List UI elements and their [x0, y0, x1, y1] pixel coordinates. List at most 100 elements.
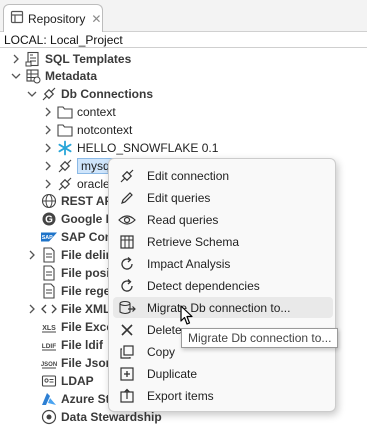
menu-item-migrate-db-connection[interactable]: Migrate Db connection to...: [113, 297, 333, 318]
tree-item-file-delimited[interactable]: File delim: [26, 246, 116, 264]
menu-item-label: Export items: [147, 388, 214, 403]
tree-item-azure[interactable]: Azure St: [26, 390, 110, 408]
tree-label: context: [77, 105, 116, 119]
menu-item-duplicate[interactable]: Duplicate: [113, 363, 333, 384]
menu-item-export-items[interactable]: Export items: [113, 385, 333, 406]
menu-item-retrieve-schema[interactable]: Retrieve Schema: [113, 231, 333, 252]
eye-icon: [118, 211, 136, 229]
snowflake-icon: [57, 140, 73, 156]
file-icon: [41, 283, 57, 299]
tab-repository[interactable]: Repository ✕: [3, 4, 103, 32]
copy-icon: [118, 343, 136, 361]
chevron-right-icon[interactable]: [42, 178, 54, 190]
folder-icon: [57, 104, 73, 120]
tree-item-sql-templates[interactable]: SQL Templates: [10, 50, 131, 68]
ldap-icon: [41, 373, 57, 389]
menu-item-read-queries[interactable]: Read queries: [113, 209, 333, 230]
xls-file-icon: XLS: [41, 319, 57, 335]
tree-label: SQL Templates: [45, 52, 132, 66]
svg-text:JSON: JSON: [41, 362, 57, 368]
menu-item-label: Detect dependencies: [147, 278, 260, 293]
tree-label: Google E: [61, 212, 114, 226]
tree-item-metadata[interactable]: Metadata: [10, 67, 97, 85]
tooltip: Migrate Db connection to...: [181, 328, 339, 348]
tree-label: Data Stewardship: [61, 410, 162, 424]
menu-item-label: Impact Analysis: [147, 256, 231, 271]
chevron-right-icon[interactable]: [42, 106, 54, 118]
chevron-right-icon[interactable]: [10, 53, 22, 65]
file-icon: [41, 265, 57, 281]
tree-label: Metadata: [45, 69, 98, 83]
chevron-right-icon[interactable]: [42, 142, 54, 154]
tab-label: Repository: [28, 11, 86, 26]
view-tab-bar: Repository ✕: [0, 0, 367, 32]
tree-item-mysql[interactable]: mysql: [42, 157, 117, 175]
tree-label: File XML: [61, 302, 111, 316]
database-arrow-icon: [118, 299, 136, 317]
tree-item-file-json[interactable]: JSON File Json: [26, 354, 113, 372]
x-icon: [118, 321, 136, 339]
tree-item-ldap[interactable]: LDAP: [26, 372, 94, 390]
tree-item-sap[interactable]: SAP SAP Conn: [26, 228, 119, 246]
plug-icon: [118, 167, 136, 185]
globe-icon: [41, 193, 57, 209]
svg-text:XLS: XLS: [42, 325, 56, 332]
project-label: LOCAL: Local_Project: [4, 33, 123, 47]
menu-item-label: Duplicate: [147, 366, 198, 381]
chevron-down-icon[interactable]: [10, 70, 22, 82]
tree-label: File Json: [61, 356, 114, 370]
menu-item-impact-analysis[interactable]: Impact Analysis: [113, 253, 333, 274]
sap-icon: SAP: [41, 229, 57, 245]
tree-label: File posit: [61, 266, 114, 280]
tree-item-rest-api[interactable]: REST API: [26, 192, 116, 210]
tree-item-google[interactable]: G Google E: [26, 210, 114, 228]
chevron-right-icon[interactable]: [26, 249, 38, 261]
chevron-down-icon[interactable]: [26, 88, 38, 100]
chevron-right-icon[interactable]: [26, 303, 38, 315]
sql-template-icon: [25, 51, 41, 67]
menu-item-label: Migrate Db connection to...: [147, 300, 291, 315]
svg-text:LDIF: LDIF: [42, 343, 56, 350]
export-icon: [118, 387, 136, 405]
google-icon: G: [41, 211, 57, 227]
menu-item-edit-connection[interactable]: Edit connection: [113, 165, 333, 186]
tree-label: oracle: [77, 177, 110, 191]
divider: [0, 47, 367, 48]
chevron-right-icon[interactable]: [42, 160, 54, 172]
tree-item-context[interactable]: context: [42, 103, 116, 121]
refresh-icon: [118, 255, 136, 273]
chevron-right-icon[interactable]: [42, 124, 54, 136]
tree-item-file-xml[interactable]: File XML: [26, 300, 110, 318]
plug-icon: [41, 86, 57, 102]
tree-label: File ldif: [61, 338, 103, 352]
tree-item-file-excel[interactable]: XLS File Exce: [26, 318, 113, 336]
tree-item-db-connections[interactable]: Db Connections: [26, 85, 153, 103]
plug-icon: [57, 158, 73, 174]
file-icon: [41, 247, 57, 263]
close-icon[interactable]: ✕: [91, 12, 101, 26]
menu-item-label: Edit queries: [147, 190, 211, 205]
context-menu: Edit connection Edit queries Read querie…: [108, 158, 336, 412]
tree-item-notcontext[interactable]: notcontext: [42, 121, 132, 139]
tree-item-file-positional[interactable]: File posit: [26, 264, 114, 282]
tree-label: LDAP: [61, 374, 94, 388]
plug-icon: [57, 176, 73, 192]
menu-item-detect-dependencies[interactable]: Detect dependencies: [113, 275, 333, 296]
tree-item-file-ldif[interactable]: LDIF File ldif: [26, 336, 103, 354]
stewardship-icon: [41, 409, 57, 425]
folder-icon: [57, 122, 73, 138]
repository-icon: [10, 10, 24, 27]
menu-item-edit-queries[interactable]: Edit queries: [113, 187, 333, 208]
svg-text:SAP: SAP: [42, 235, 53, 241]
tree-item-oracle[interactable]: oracle: [42, 175, 110, 193]
svg-text:G: G: [45, 215, 53, 226]
tree-item-file-regex[interactable]: File rege: [26, 282, 110, 300]
tree-item-hello-snowflake[interactable]: HELLO_SNOWFLAKE 0.1: [42, 139, 218, 157]
mouse-cursor-icon: [180, 305, 196, 330]
menu-item-label: Retrieve Schema: [147, 234, 240, 249]
azure-icon: [41, 391, 57, 407]
tree-label: Azure St: [61, 392, 110, 406]
menu-item-label: Delete: [147, 322, 182, 337]
duplicate-icon: [118, 365, 136, 383]
tree-label: Db Connections: [61, 87, 153, 101]
